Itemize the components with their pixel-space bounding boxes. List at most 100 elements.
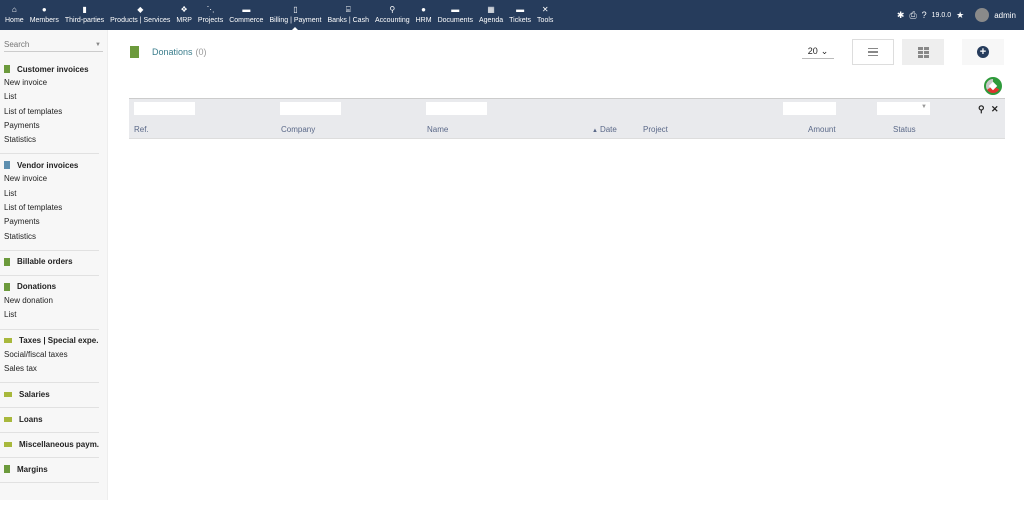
column-header-name[interactable]: Name [427, 125, 448, 134]
filter-name-input[interactable] [426, 102, 487, 115]
avatar[interactable] [975, 8, 990, 22]
plus-circle-icon: + [977, 46, 989, 58]
sidebar-item[interactable]: Statistics [0, 133, 99, 147]
search-dollar-icon: ⚲ [389, 5, 396, 14]
sidebar-item[interactable]: List [0, 308, 99, 322]
sidebar-item[interactable]: List of templates [0, 201, 99, 215]
sidebar-item[interactable]: Payments [0, 215, 99, 229]
file-invoice-icon: ▯ [293, 5, 298, 14]
sidebar-item[interactable]: Payments [0, 119, 99, 133]
print-icon[interactable]: ⎙ [909, 10, 916, 21]
kanban-view-button[interactable] [902, 39, 944, 65]
sort-asc-icon: ▲ [592, 128, 598, 134]
search-input[interactable] [4, 40, 94, 49]
sidebar-section-label: Donations [17, 282, 57, 292]
sidebar-section: Vendor invoices New invoice List List of te… [0, 154, 99, 251]
topmenu-third-parties[interactable]: ▮ Third-parties [62, 0, 107, 30]
sidebar-item[interactable]: Statistics [0, 230, 99, 244]
topmenu-label: Home [5, 17, 24, 24]
sidebar-item[interactable]: Social/fiscal taxes [0, 348, 99, 362]
topmenu-accounting[interactable]: ⚲ Accounting [372, 0, 413, 30]
sidebar-item[interactable]: New donation [0, 294, 99, 308]
sidebar-section-label: Billable orders [17, 257, 73, 267]
home-icon: ⌂ [11, 5, 17, 14]
topmenu-label: Tickets [509, 17, 532, 24]
topmenu-label: Third-parties [64, 17, 105, 24]
sidebar-section-title[interactable]: Salaries [0, 387, 99, 401]
filter-company-input[interactable] [280, 102, 341, 115]
column-header-company[interactable]: Company [281, 125, 315, 134]
sidebar-section-title[interactable]: Customer invoices [0, 62, 99, 76]
topmenu-hrm[interactable]: ● HRM [413, 0, 435, 30]
topmenu-banks-cash[interactable]: ⌸ Banks | Cash [324, 0, 372, 30]
search-button[interactable]: ⚲ [978, 104, 985, 115]
topmenu-label: Projects [197, 17, 224, 24]
search-box[interactable]: ▼ [4, 40, 103, 52]
bookmark-star-icon[interactable]: ★ [956, 10, 964, 21]
tools-icon: ✕ [541, 5, 549, 14]
chevron-down-icon[interactable]: ▼ [95, 42, 101, 48]
topmenu-label: Tools [537, 17, 554, 24]
sidebar-section-label: Loans [19, 414, 43, 424]
topmenu-products-services[interactable]: ◆ Products | Services [107, 0, 173, 30]
chevron-down-icon: ⌄ [820, 45, 829, 56]
sidebar-item[interactable]: List of templates [0, 105, 99, 119]
donation-icon [4, 282, 10, 291]
donation-icon [130, 46, 139, 58]
sitemap-icon: ⋱ [206, 5, 215, 14]
topmenu-commerce[interactable]: ▬ Commerce [226, 0, 266, 30]
topmenu-members[interactable]: ● Members [27, 0, 62, 30]
sidebar-section-title[interactable]: Loans [0, 412, 99, 426]
page-title-text: Donations [152, 47, 193, 57]
column-header-project[interactable]: Project [643, 125, 668, 134]
help-icon[interactable]: ? [922, 10, 927, 20]
sidebar-item[interactable]: List [0, 90, 99, 104]
sidebar-section-label: Miscellaneous paym... [19, 439, 99, 449]
sidebar-section-title[interactable]: Vendor invoices [0, 158, 99, 172]
cubes-icon: ❖ [180, 5, 188, 14]
chevron-down-icon: ▼ [921, 104, 927, 110]
topmenu-tools[interactable]: ✕ Tools [534, 0, 556, 30]
filter-amount-input[interactable] [783, 102, 836, 115]
module-logo-icon[interactable] [984, 77, 1002, 95]
topmenu-label: Billing | Payment [269, 17, 322, 24]
topmenu-billing-payment[interactable]: ▯ Billing | Payment [266, 0, 324, 30]
building-icon: ▮ [82, 5, 87, 14]
topmenu-label: Products | Services [110, 17, 171, 24]
sidebar-section-title[interactable]: Miscellaneous paym... [0, 437, 99, 451]
topmenu-tickets[interactable]: ▬ Tickets [506, 0, 534, 30]
invoice-icon [4, 65, 10, 73]
sidebar-section: Miscellaneous paym... [0, 433, 99, 459]
topmenu-agenda[interactable]: ▦ Agenda [476, 0, 506, 30]
bug-icon[interactable]: ✱ [897, 10, 905, 21]
user-name[interactable]: admin [994, 11, 1016, 20]
list-view-button[interactable] [852, 39, 894, 65]
sidebar-section-title[interactable]: Donations [0, 280, 99, 294]
sidebar-section-title[interactable]: Margins [0, 462, 99, 476]
topmenu-label: Banks | Cash [327, 17, 369, 24]
sidebar-section-title[interactable]: Billable orders [0, 255, 99, 269]
sidebar-item[interactable]: New invoice [0, 76, 99, 90]
topmenu-documents[interactable]: ▬ Documents [435, 0, 476, 30]
column-header-status[interactable]: Status [893, 125, 916, 134]
sidebar-item[interactable]: New invoice [0, 172, 99, 186]
topmenu-projects[interactable]: ⋱ Projects [195, 0, 226, 30]
topmenu-label: Commerce [229, 17, 264, 24]
filter-status-select[interactable]: ▼ [877, 102, 930, 115]
new-donation-button[interactable]: + [962, 39, 1004, 65]
topmenu-home[interactable]: ⌂ Home [2, 0, 27, 30]
clear-filters-button[interactable]: ✕ [991, 104, 999, 115]
sidebar-sections: Customer invoices New invoice List List of … [0, 58, 107, 484]
topbar-right: ✱ ⎙ ? 19.0.0 ★ admin [897, 0, 1016, 30]
topmenu-mrp[interactable]: ❖ MRP [173, 0, 195, 30]
page-size-select[interactable]: 20 ⌄ [802, 44, 834, 59]
column-header-date[interactable]: ▲ Date [592, 125, 617, 134]
top-navigation-bar: ⌂ Home ● Members ▮ Third-parties ◆ Products | S… [0, 0, 1024, 30]
column-header-amount[interactable]: Amount [808, 125, 836, 134]
filter-ref-input[interactable] [134, 102, 195, 115]
sidebar-item[interactable]: Sales tax [0, 362, 99, 376]
topmenu-label: Accounting [374, 17, 410, 24]
column-header-ref[interactable]: Ref. [134, 125, 149, 134]
sidebar-item[interactable]: List [0, 187, 99, 201]
sidebar-section-title[interactable]: Taxes | Special expe... [0, 334, 99, 348]
